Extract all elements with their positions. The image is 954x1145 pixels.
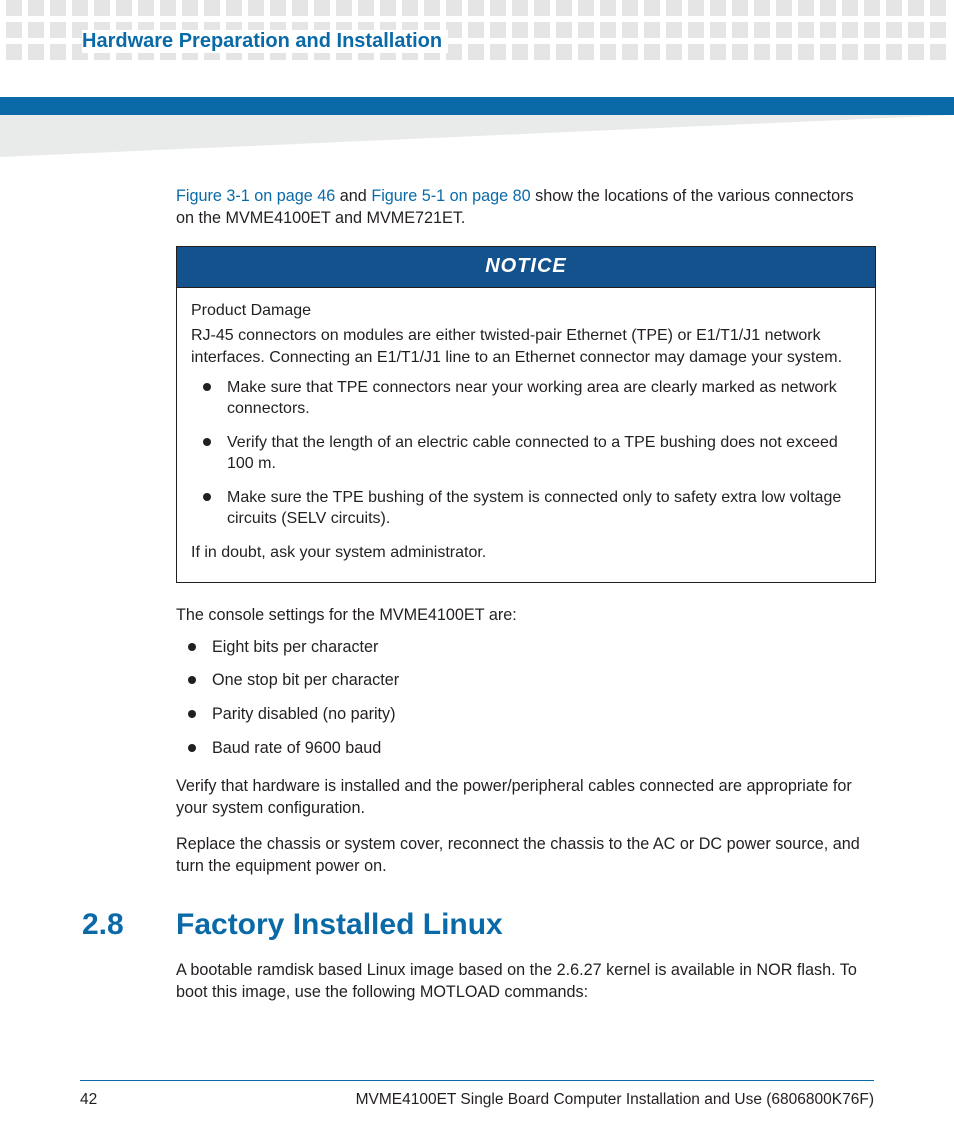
footer-rule <box>80 1080 874 1082</box>
notice-bullet-list: Make sure that TPE connectors near your … <box>191 377 861 531</box>
replace-paragraph: Replace the chassis or system cover, rec… <box>176 834 876 878</box>
notice-tail: If in doubt, ask your system administrat… <box>191 542 861 564</box>
console-item: Baud rate of 9600 baud <box>176 738 876 760</box>
notice-bullet: Make sure the TPE bushing of the system … <box>191 487 861 530</box>
console-settings-list: Eight bits per character One stop bit pe… <box>176 637 876 760</box>
header-gray-wedge <box>0 115 954 157</box>
notice-bullet: Verify that the length of an electric ca… <box>191 432 861 475</box>
verify-paragraph: Verify that hardware is installed and th… <box>176 776 876 820</box>
notice-heading: NOTICE <box>177 247 875 288</box>
section-number: 2.8 <box>82 905 124 946</box>
page-header-title: Hardware Preparation and Installation <box>82 30 448 53</box>
console-settings-intro: The console settings for the MVME4100ET … <box>176 605 876 627</box>
console-item: Parity disabled (no parity) <box>176 704 876 726</box>
notice-box: NOTICE Product Damage RJ-45 connectors o… <box>176 246 876 583</box>
console-item: Eight bits per character <box>176 637 876 659</box>
header-blue-bar <box>0 97 954 115</box>
page-footer: 42 MVME4100ET Single Board Computer Inst… <box>80 1080 874 1110</box>
section-2-8-heading: 2.8 Factory Installed Linux <box>176 905 876 946</box>
document-title: MVME4100ET Single Board Computer Install… <box>356 1091 874 1109</box>
intro-paragraph: Figure 3-1 on page 46 and Figure 5-1 on … <box>176 186 876 230</box>
notice-body: Product Damage RJ-45 connectors on modul… <box>177 288 875 582</box>
section-body: A bootable ramdisk based Linux image bas… <box>176 960 876 1004</box>
notice-bullet: Make sure that TPE connectors near your … <box>191 377 861 420</box>
intro-mid: and <box>335 187 371 205</box>
section-title-text: Factory Installed Linux <box>176 908 503 941</box>
page-number: 42 <box>80 1091 97 1109</box>
notice-description: RJ-45 connectors on modules are either t… <box>191 325 861 368</box>
figure-3-1-link[interactable]: Figure 3-1 on page 46 <box>176 187 335 205</box>
figure-5-1-link[interactable]: Figure 5-1 on page 80 <box>371 187 530 205</box>
notice-subhead: Product Damage <box>191 300 861 322</box>
console-item: One stop bit per character <box>176 670 876 692</box>
